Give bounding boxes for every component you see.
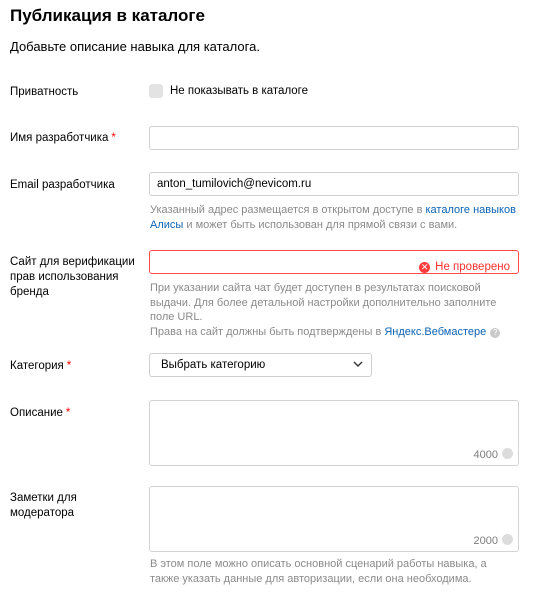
category-select[interactable]: Выбрать категорию xyxy=(149,353,372,377)
required-mark: * xyxy=(111,132,116,144)
webmaster-link[interactable]: Яндекс.Вебмастере xyxy=(384,326,486,338)
category-label-text: Категория xyxy=(10,360,64,372)
developer-email-input[interactable]: anton_tumilovich@nevicom.ru xyxy=(149,172,519,196)
moderator-notes-label: Заметки для модератора xyxy=(10,492,77,519)
email-hint-suffix: и может быть использован для прямой связ… xyxy=(183,218,458,231)
question-circle-icon[interactable]: ? xyxy=(490,327,501,338)
developer-email-hint: Указанный адрес размещается в открытом д… xyxy=(150,203,522,232)
page-title: Публикация в каталоге xyxy=(10,6,205,25)
moderator-notes-textarea[interactable]: 2000 xyxy=(149,486,519,552)
developer-name-label: Имя разработчика * xyxy=(10,131,116,146)
site-hint: При указании сайта чат будет доступен в … xyxy=(150,281,520,339)
page-subtitle: Добавьте описание навыка для каталога. xyxy=(10,39,260,54)
moderator-notes-hint: В этом поле можно описать основной сцена… xyxy=(150,558,487,585)
site-status: ✕ Не проверено xyxy=(419,256,510,278)
site-hint-line2: Права на сайт должны быть подтверждены в… xyxy=(150,325,520,340)
description-counter-icon xyxy=(502,448,513,459)
category-label: Категория * xyxy=(10,359,71,374)
site-hint-line1: При указании сайта чат будет доступен в … xyxy=(150,282,497,323)
required-mark: * xyxy=(66,360,72,372)
chevron-down-icon xyxy=(353,361,363,367)
moderator-notes-counter-icon xyxy=(502,534,513,545)
description-counter: 4000 xyxy=(473,449,498,461)
moderator-notes-counter: 2000 xyxy=(473,535,498,547)
site-label: Сайт для верификации прав использования … xyxy=(10,256,135,298)
site-hint-line2-prefix: Права на сайт должны быть подтверждены в xyxy=(150,325,385,338)
site-input[interactable]: ✕ Не проверено xyxy=(149,250,519,274)
privacy-label: Приватность xyxy=(10,86,79,98)
privacy-checkbox-label[interactable]: Не показывать в каталоге xyxy=(170,85,308,97)
email-hint-prefix: Указанный адрес размещается в открытом д… xyxy=(150,204,426,216)
required-mark: * xyxy=(65,407,71,419)
description-label: Описание * xyxy=(10,406,70,421)
developer-email-label: Email разработчика xyxy=(10,179,115,191)
error-circle-icon: ✕ xyxy=(419,261,431,273)
description-textarea[interactable]: 4000 xyxy=(149,400,519,466)
privacy-checkbox[interactable] xyxy=(149,84,163,98)
description-label-text: Описание xyxy=(10,407,63,419)
category-select-value: Выбрать категорию xyxy=(161,359,266,371)
site-status-text: Не проверено xyxy=(435,261,510,273)
developer-name-input[interactable] xyxy=(149,126,519,150)
developer-name-label-text: Имя разработчика xyxy=(10,132,109,144)
